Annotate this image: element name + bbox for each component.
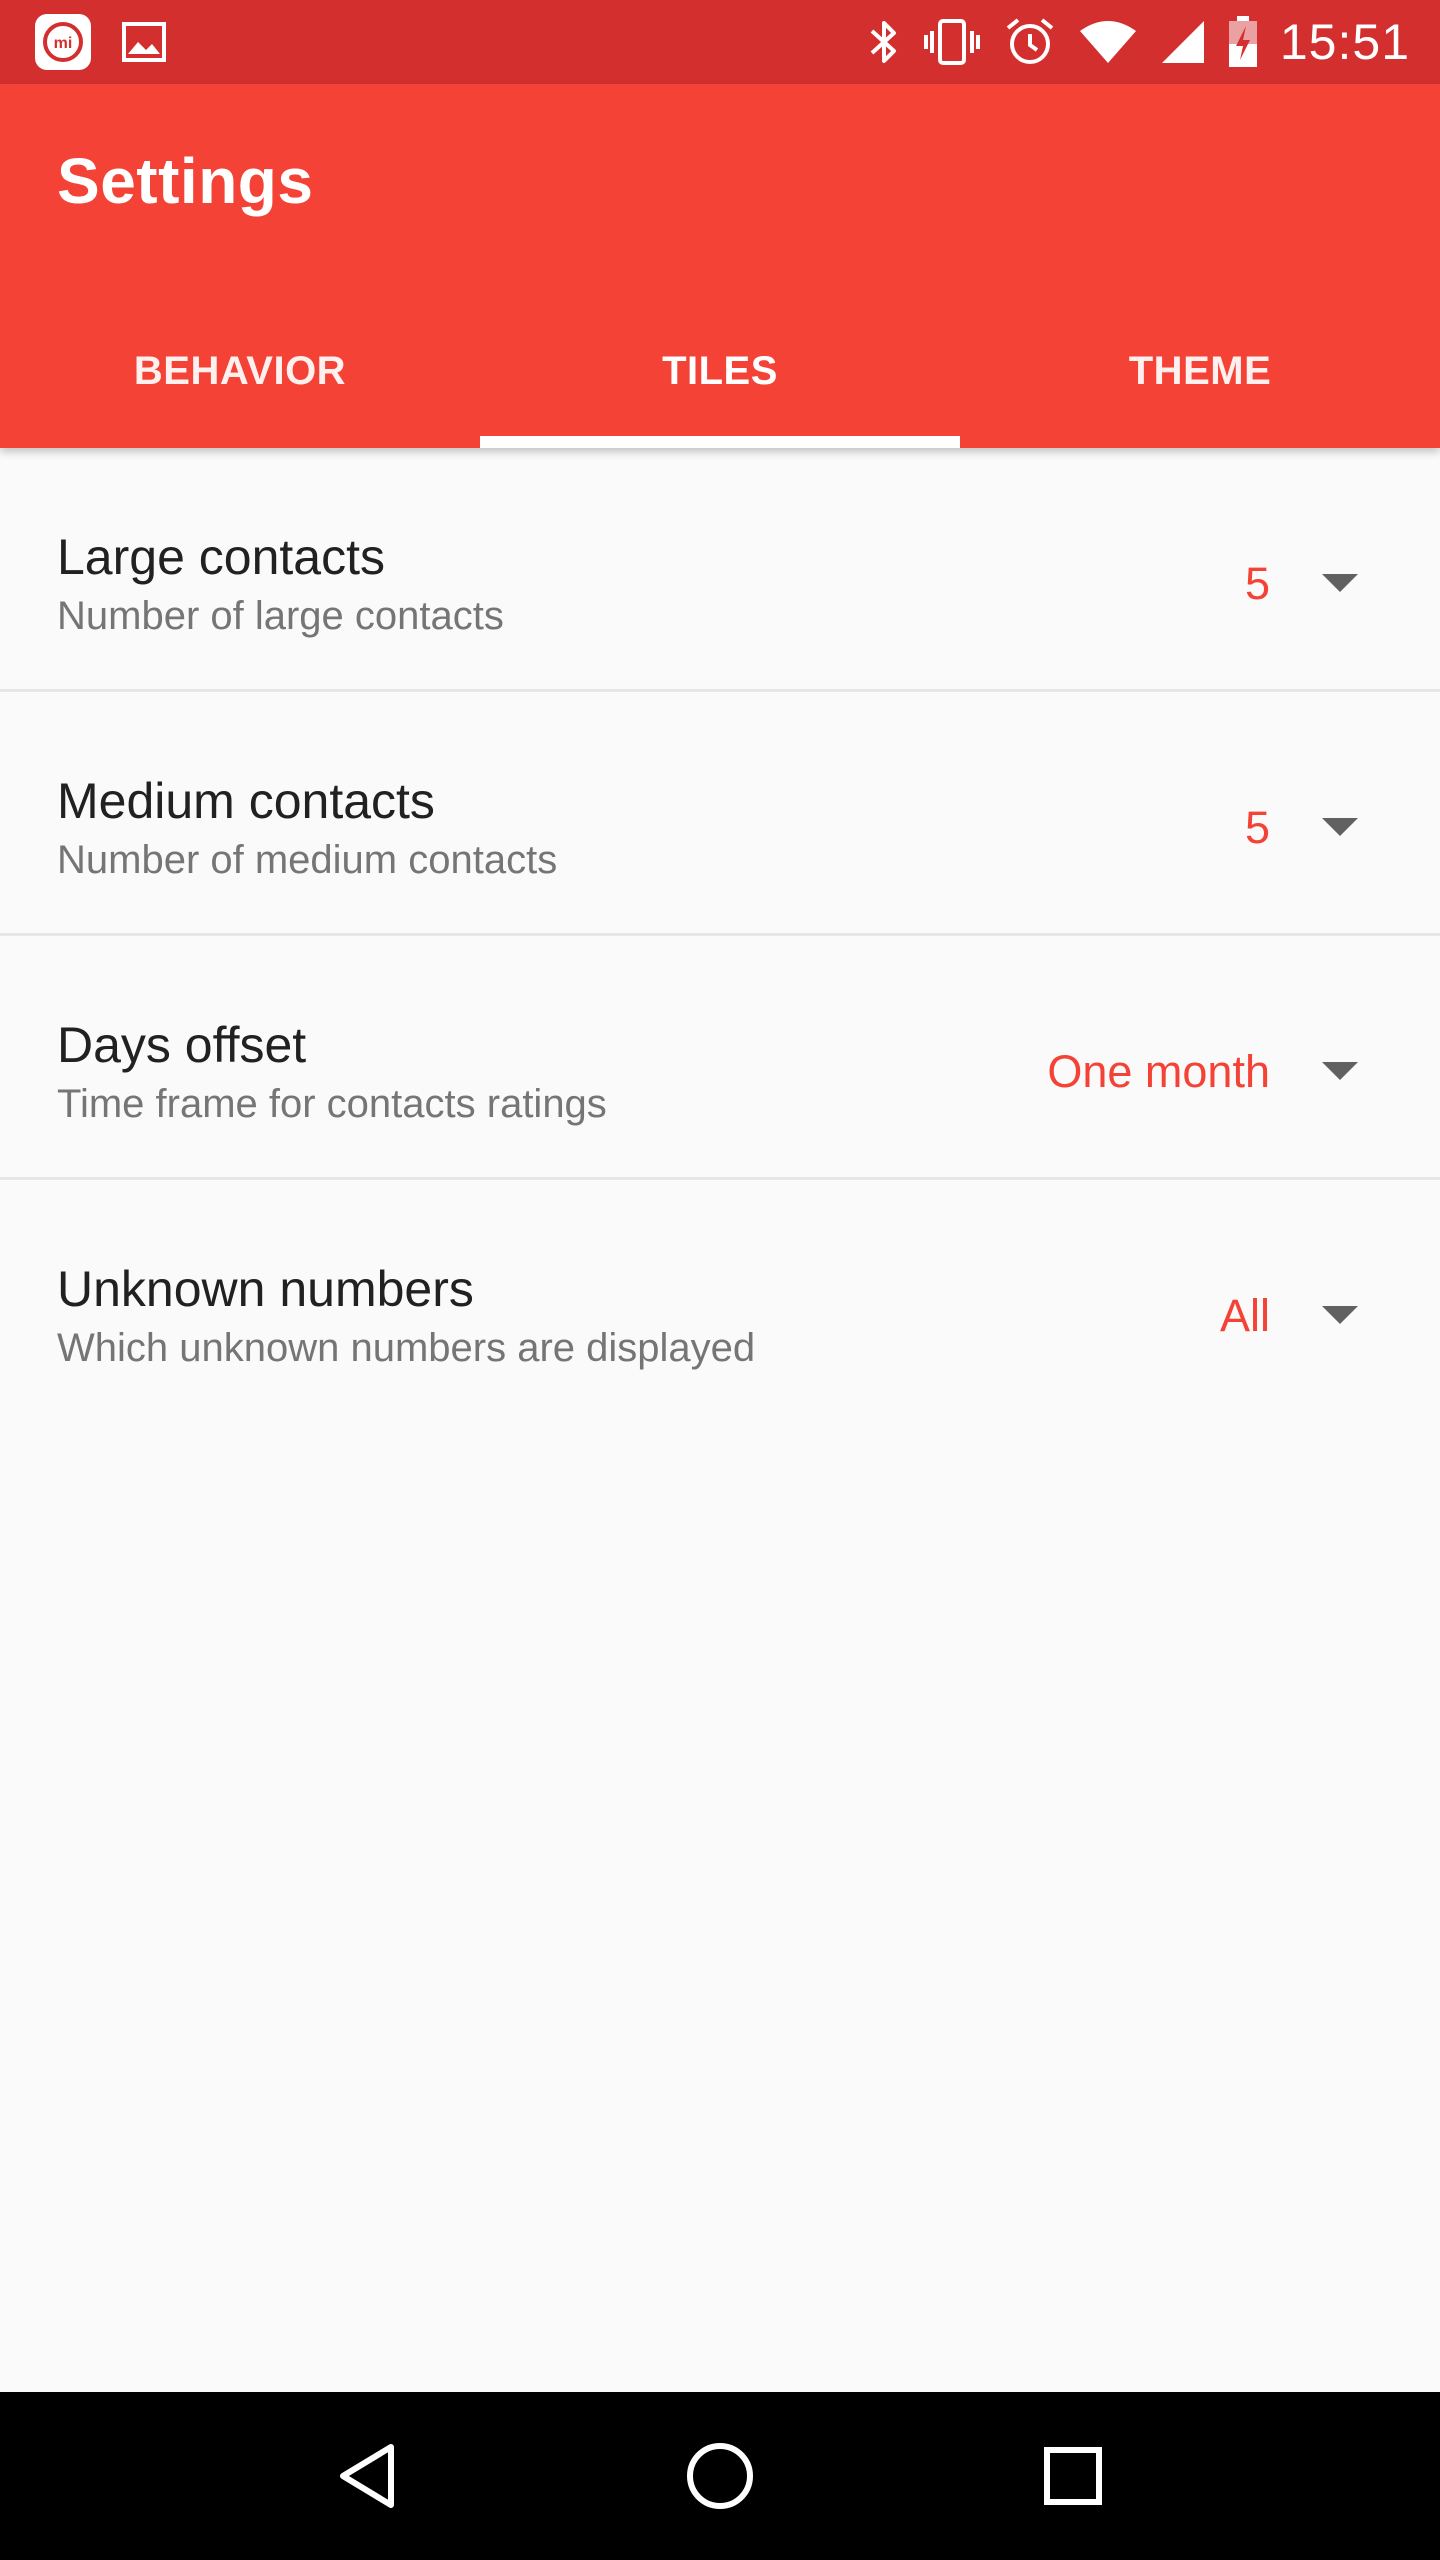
setting-days-offset: Days offset Time frame for contacts rati… <box>0 936 1440 1180</box>
dropdown-arrow-icon <box>1322 1062 1358 1080</box>
alarm-icon <box>1004 16 1056 68</box>
home-icon[interactable] <box>665 2421 775 2531</box>
large-contacts-dropdown[interactable] <box>1140 538 1400 638</box>
unknown-numbers-dropdown[interactable] <box>1140 1270 1400 1370</box>
medium-contacts-dropdown[interactable] <box>1140 782 1400 882</box>
mi-label: mi <box>54 35 73 52</box>
setting-value: One month <box>1047 1046 1270 1097</box>
tab-tiles-label: TILES <box>662 348 778 393</box>
back-icon[interactable] <box>312 2421 422 2531</box>
setting-title: Large contacts <box>57 529 385 585</box>
setting-title: Medium contacts <box>57 773 435 829</box>
setting-subtitle: Number of large contacts <box>57 594 504 638</box>
setting-medium-contacts: Medium contacts Number of medium contact… <box>0 692 1440 936</box>
signal-icon <box>1160 19 1206 65</box>
battery-charging-icon <box>1228 16 1258 68</box>
tab-behavior-label: BEHAVIOR <box>133 348 347 393</box>
tab-tiles[interactable]: TILES <box>480 334 960 448</box>
setting-value: All <box>1219 1290 1270 1341</box>
setting-large-contacts: Large contacts Number of large contacts … <box>0 448 1440 692</box>
setting-title: Unknown numbers <box>57 1261 474 1317</box>
status-bar: mi 15:51 <box>0 0 1440 84</box>
tab-bar: BEHAVIOR TILES THEME <box>0 334 1440 448</box>
status-right-icons: 15:51 <box>868 13 1440 71</box>
page-title: Settings <box>57 145 314 217</box>
setting-value: 5 <box>1244 558 1270 609</box>
wifi-icon <box>1078 19 1138 65</box>
setting-unknown-numbers: Unknown numbers Which unknown numbers ar… <box>0 1180 1440 1424</box>
recents-icon[interactable] <box>1018 2421 1128 2531</box>
setting-subtitle: Time frame for contacts ratings <box>57 1082 607 1126</box>
dropdown-arrow-icon <box>1322 1306 1358 1324</box>
setting-value: 5 <box>1244 802 1270 853</box>
setting-title: Days offset <box>57 1017 307 1073</box>
tab-behavior[interactable]: BEHAVIOR <box>0 334 480 448</box>
app-bar: Settings BEHAVIOR TILES THEME <box>0 84 1440 448</box>
setting-subtitle: Number of medium contacts <box>57 838 558 882</box>
setting-subtitle: Which unknown numbers are displayed <box>57 1326 756 1370</box>
vibrate-icon <box>922 17 982 67</box>
image-icon <box>122 22 166 62</box>
navigation-bar <box>0 2392 1440 2560</box>
mi-app-icon: mi <box>34 13 92 71</box>
dropdown-arrow-icon <box>1322 574 1358 592</box>
status-left-icons: mi <box>0 13 166 71</box>
status-time: 15:51 <box>1279 14 1410 70</box>
bluetooth-icon <box>868 17 900 67</box>
tab-theme[interactable]: THEME <box>960 334 1440 448</box>
tab-theme-label: THEME <box>1128 348 1272 393</box>
dropdown-arrow-icon <box>1322 818 1358 836</box>
settings-list: Large contacts Number of large contacts … <box>0 448 1440 1424</box>
